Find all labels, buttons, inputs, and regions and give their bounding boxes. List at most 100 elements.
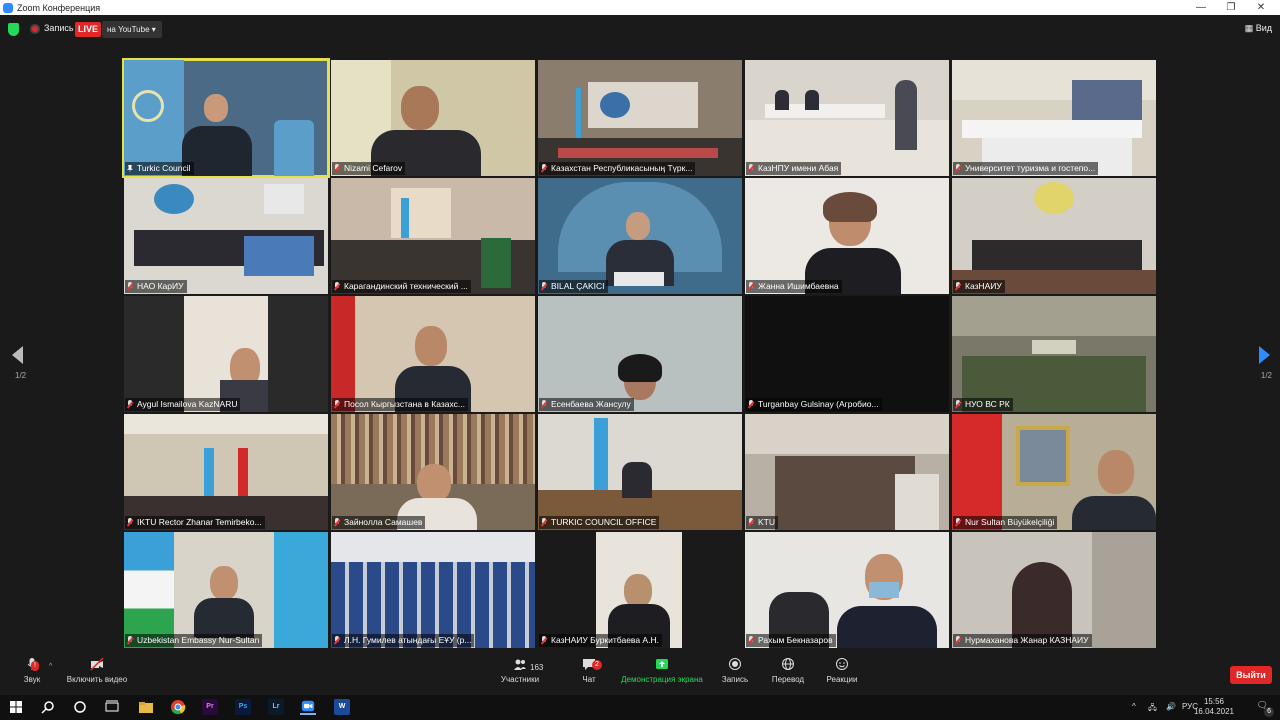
video-tile[interactable]: НУО ВС РК: [952, 296, 1156, 412]
share-screen-button[interactable]: Демонстрация экрана: [620, 657, 704, 684]
video-tile[interactable]: Turkic Council: [122, 58, 330, 178]
window-title: Zoom Конференция: [17, 2, 101, 13]
reactions-button[interactable]: Реакции: [824, 657, 860, 684]
muted-mic-icon: [127, 518, 133, 527]
video-tile[interactable]: КазНПУ имени Абая: [745, 60, 949, 176]
participant-name: НАО КарИУ: [125, 280, 187, 293]
view-label: Вид: [1255, 23, 1272, 33]
view-button[interactable]: ▦ Вид: [1245, 23, 1272, 34]
windows-start-icon[interactable]: [8, 699, 24, 715]
clock-date: 16.04.2021: [1193, 707, 1234, 716]
muted-mic-icon: [541, 636, 547, 645]
network-icon[interactable]: 🖧: [1148, 702, 1157, 716]
participant-name: Нурмаханова Жанар КАЗНАИУ: [953, 634, 1092, 647]
video-tile[interactable]: Жанна Ишимбаевна: [745, 178, 949, 294]
prev-page-arrow-icon[interactable]: [12, 346, 23, 364]
participant-name: Uzbekistan Embassy Nur-Sultan: [125, 634, 263, 647]
muted-mic-icon: [748, 400, 754, 409]
os-taskbar: Pr Ps Lr W ^ 🖧 🔊 РУС 15:56 16.04.2021 🗨 …: [0, 695, 1280, 720]
premiere-icon[interactable]: Pr: [202, 699, 218, 715]
meeting-topbar: Запись LIVE на YouTube ▾ ▦ Вид: [0, 15, 1280, 45]
video-tile[interactable]: Университет туризма и гостепо...: [952, 60, 1156, 176]
video-tile[interactable]: Нурмаханова Жанар КАЗНАИУ: [952, 532, 1156, 648]
participant-name: Рахым Бекназаров: [746, 634, 836, 647]
muted-mic-icon: [334, 400, 340, 409]
video-tile[interactable]: Uzbekistan Embassy Nur-Sultan: [124, 532, 328, 648]
video-tile[interactable]: Есенбаева Жансулу: [538, 296, 742, 412]
video-tile[interactable]: TURKIC COUNCIL OFFICE: [538, 414, 742, 530]
muted-mic-icon: [334, 282, 340, 291]
task-view-icon[interactable]: [104, 699, 120, 715]
minimize-button[interactable]: —: [1186, 0, 1216, 15]
participant-name: TURKIC COUNCIL OFFICE: [539, 516, 660, 529]
participant-name: НУО ВС РК: [953, 398, 1013, 411]
search-icon[interactable]: [40, 699, 56, 715]
recording-icon[interactable]: [30, 24, 40, 34]
muted-mic-icon: [955, 400, 961, 409]
participant-name: BILAL ÇAKICI: [539, 280, 608, 293]
video-button[interactable]: Включить видео: [64, 657, 130, 684]
youtube-stream-button[interactable]: на YouTube ▾: [102, 21, 162, 38]
muted-mic-icon: [748, 518, 754, 527]
muted-mic-icon: [541, 164, 547, 173]
video-tile[interactable]: НАО КарИУ: [124, 178, 328, 294]
volume-icon[interactable]: 🔊: [1166, 702, 1176, 711]
record-label: Запись: [721, 675, 749, 684]
participants-label: Участники: [500, 675, 540, 684]
video-tile[interactable]: Aygul Ismailova KazNARU: [124, 296, 328, 412]
participant-name: Turkic Council: [125, 162, 194, 175]
window-titlebar: Zoom Конференция — ❐ ✕: [0, 0, 1280, 15]
word-icon[interactable]: W: [334, 699, 350, 715]
cortana-icon[interactable]: [72, 699, 88, 715]
participant-name: Жанна Ишимбаевна: [746, 280, 842, 293]
video-tile[interactable]: КазНАИУ Буркитбаева А.Н.: [538, 532, 742, 648]
chrome-icon[interactable]: [170, 699, 186, 715]
muted-mic-icon: [955, 282, 961, 291]
video-tile[interactable]: Nizami Cefarov: [331, 60, 535, 176]
file-explorer-icon[interactable]: [138, 699, 154, 715]
video-grid: Turkic Council Nizami Cefarov Казахстан …: [122, 58, 1156, 648]
video-tile[interactable]: BILAL ÇAKICI: [538, 178, 742, 294]
emoji-icon: [836, 658, 848, 670]
participant-name: Turganbay Gulsinay (Агробио...: [746, 398, 882, 411]
leave-meeting-button[interactable]: Выйти: [1230, 666, 1272, 684]
record-icon: [729, 658, 741, 670]
muted-mic-icon: [748, 636, 754, 645]
lightroom-icon[interactable]: Lr: [268, 699, 284, 715]
video-tile[interactable]: Turganbay Gulsinay (Агробио...: [745, 296, 949, 412]
video-tile[interactable]: Посол Кыргызстана в Казахс...: [331, 296, 535, 412]
encryption-shield-icon[interactable]: [8, 23, 19, 36]
audio-label: Звук: [23, 675, 41, 684]
muted-mic-icon: [748, 282, 754, 291]
video-tile[interactable]: Л.Н. Гумилев атындағы ЕҰУ (р...: [331, 532, 535, 648]
tray-overflow-icon[interactable]: ^: [1132, 702, 1136, 711]
video-off-icon: [90, 657, 104, 671]
recording-label[interactable]: Запись: [44, 23, 74, 33]
video-tile[interactable]: IKTU Rector Zhanar Temirbeko...: [124, 414, 328, 530]
video-tile[interactable]: Карагандинский технический ...: [331, 178, 535, 294]
next-page-arrow-icon[interactable]: [1259, 346, 1270, 364]
muted-mic-icon: [334, 164, 340, 173]
video-tile[interactable]: Зайнолла Самашев: [331, 414, 535, 530]
video-tile[interactable]: Nur Sultan Büyükelçiliği: [952, 414, 1156, 530]
zoom-app-icon: [3, 2, 13, 13]
record-button[interactable]: Запись: [720, 657, 750, 684]
system-clock[interactable]: 15:56 16.04.2021: [1194, 697, 1234, 717]
video-tile[interactable]: Рахым Бекназаров: [745, 532, 949, 648]
audio-options-caret-icon[interactable]: ^: [49, 663, 52, 670]
muted-mic-icon: [955, 164, 961, 173]
translate-label: Перевод: [771, 675, 805, 684]
restore-button[interactable]: ❐: [1216, 0, 1246, 15]
video-tile[interactable]: КазНАИУ: [952, 178, 1156, 294]
translate-button[interactable]: Перевод: [770, 657, 806, 684]
photoshop-icon[interactable]: Ps: [235, 699, 251, 715]
muted-mic-icon: [955, 518, 961, 527]
video-tile[interactable]: KTU: [745, 414, 949, 530]
video-label: Включить видео: [66, 675, 128, 684]
meeting-toolbar: Звук ! ^ Включить видео Участники 163 Ча…: [0, 655, 1280, 695]
muted-mic-icon: [541, 400, 547, 409]
zoom-taskbar-icon[interactable]: [300, 699, 316, 715]
participant-name: КазНАИУ Буркитбаева А.Н.: [539, 634, 662, 647]
close-button[interactable]: ✕: [1246, 0, 1276, 15]
video-tile[interactable]: Казахстан Республикасының Түрк...: [538, 60, 742, 176]
